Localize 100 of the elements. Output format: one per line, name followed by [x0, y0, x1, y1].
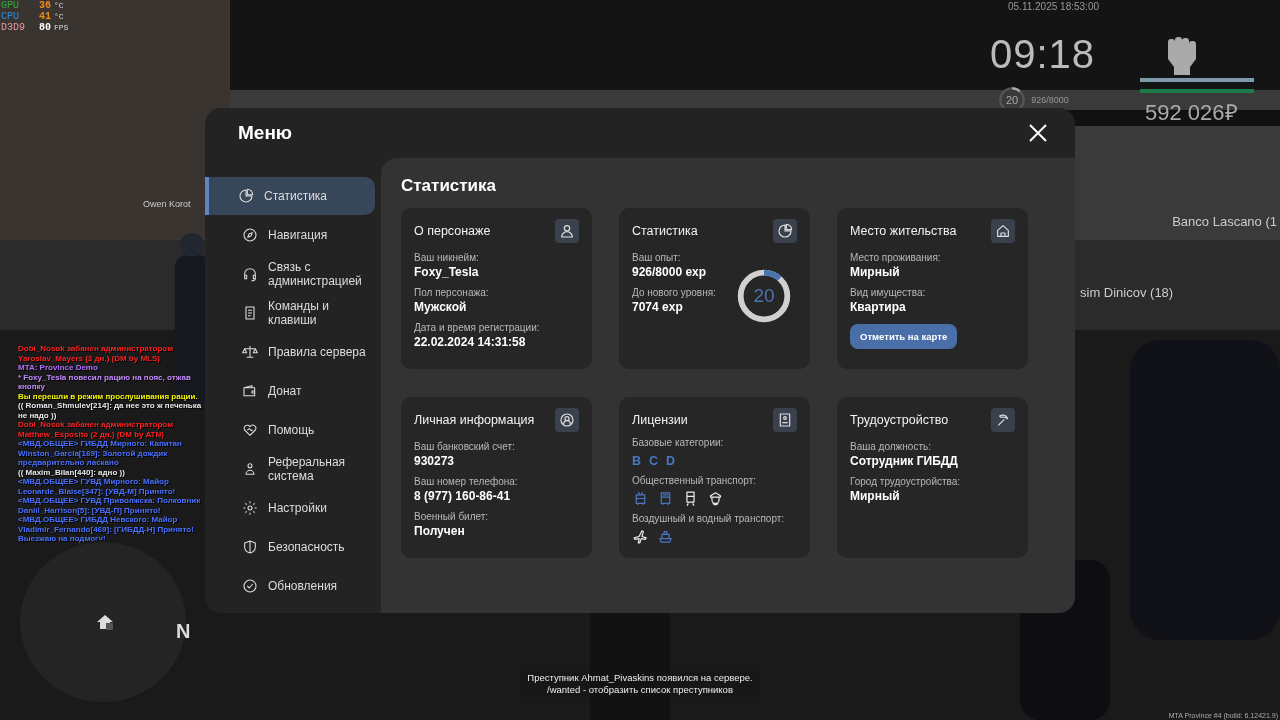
- mark-on-map-button[interactable]: Отметить на карте: [850, 324, 958, 349]
- headset-icon: [242, 266, 258, 282]
- check-icon: [242, 578, 258, 594]
- field-label: Город трудоустройства:: [850, 476, 961, 487]
- sidebar-item[interactable]: Обновления: [205, 567, 375, 605]
- field-label: Ваша должность:: [850, 441, 932, 452]
- stat-unit: FPS: [54, 22, 69, 33]
- person-icon: [555, 219, 579, 243]
- field-value: 930273: [414, 454, 456, 468]
- sidebar-item[interactable]: Безопасность: [205, 528, 375, 566]
- license-category: B: [632, 453, 642, 468]
- stat-label: CPU: [1, 11, 20, 22]
- settings-icon: [242, 500, 258, 516]
- field-label: Ваш опыт:: [632, 252, 682, 263]
- level-ring: [736, 268, 792, 324]
- field-value: Мирный: [850, 489, 901, 503]
- stat-unit: °C: [54, 0, 64, 11]
- field-value: Мужской: [414, 300, 468, 314]
- house-icon: [96, 614, 114, 630]
- chat-message: <МВД.ОБЩЕЕ> ГИБДД Мирного: Капитан Winston_Garcia[169]: Золотой дождик предварительно ласкано: [18, 439, 183, 468]
- field-value: Сотрудник ГИБДД: [850, 454, 959, 468]
- compass-icon: [242, 227, 258, 243]
- window-title: Меню: [238, 122, 293, 144]
- field-value: Квартира: [850, 300, 907, 314]
- experience-text: 926/8000: [1031, 95, 1069, 105]
- field-label: Ваш номер телефона:: [414, 476, 518, 487]
- scales-icon: [242, 344, 258, 360]
- stat-label: GPU: [1, 0, 20, 11]
- sidebar-item[interactable]: Команды и клавиши: [205, 294, 375, 332]
- card-title: Статистика: [632, 224, 698, 238]
- chat-message: Вы перешли в режим прослушивания рации.: [18, 391, 199, 401]
- pickaxe-icon: [991, 408, 1015, 432]
- notification-text: /wanted - отобразить список преступников: [546, 684, 734, 696]
- field-value: 22.02.2024 14:31:58: [414, 335, 527, 349]
- field-value: Получен: [414, 524, 466, 538]
- card-title: О персонаже: [414, 224, 491, 238]
- pie-chart-icon: [773, 219, 797, 243]
- sidebar-item[interactable]: Связь с администрацией: [205, 255, 375, 293]
- field-value: 7074 exp: [632, 300, 684, 314]
- player-nametag: Owen Korot: [143, 199, 191, 209]
- stat-value: 36: [39, 0, 52, 11]
- field-label: Ваш никнейм:: [414, 252, 480, 263]
- license-category: C: [649, 453, 659, 468]
- field-label: Базовые категории:: [632, 437, 725, 448]
- sidebar-item[interactable]: Статистика: [205, 177, 375, 215]
- chat-message: * Foxy_Tesla повесил рацию на пояс, отжав кнопку: [18, 372, 192, 392]
- player-nametag: Banco Lascano (1: [1172, 214, 1277, 229]
- id-card-icon: [773, 408, 797, 432]
- field-label: До нового уровня:: [632, 287, 716, 298]
- person-icon: [242, 461, 258, 477]
- stat-value: 41: [39, 11, 52, 22]
- money-amount: 592 026₽: [1145, 99, 1238, 126]
- house-icon: [991, 219, 1015, 243]
- player-nametag: sim Dinicov (18): [1080, 285, 1174, 300]
- chat-message: (( Maxim_Bilan[440]: адно )): [18, 467, 126, 477]
- clock: 09:18: [990, 32, 1096, 77]
- field-label: Вид имущества:: [850, 287, 927, 298]
- field-label: Воздушный и водный транспорт:: [632, 513, 786, 524]
- sidebar-item[interactable]: Навигация: [205, 216, 375, 254]
- sidebar-item[interactable]: Настройки: [205, 489, 375, 527]
- chat-message: Dobi_Nosok забанен администратором Yaroslav_Mayers (3 дн.) (DM by MLS): [18, 344, 175, 363]
- field-value: Foxy_Tesla: [414, 265, 480, 279]
- license-category: D: [666, 453, 676, 468]
- level-number: 20: [1006, 94, 1019, 106]
- pie-chart-icon: [238, 188, 254, 204]
- sidebar-item[interactable]: Реферальная система: [205, 450, 375, 488]
- sidebar-item[interactable]: Донат: [205, 372, 375, 410]
- card-title: Личная информация: [414, 413, 535, 427]
- wallet-icon: [242, 383, 258, 399]
- notification-text: Преступник Ahmat_Pivaskins появился на сервере.: [526, 672, 754, 684]
- field-label: Пол персонажа:: [414, 287, 490, 298]
- stat-label: D3D9: [1, 22, 26, 33]
- field-value: 926/8000 exp: [632, 265, 708, 279]
- field-value: 8 (977) 160-86-41: [414, 489, 512, 503]
- field-label: Общественный транспорт:: [632, 475, 758, 486]
- sidebar-item[interactable]: Помощь: [205, 411, 375, 449]
- section-title: Статистика: [401, 176, 498, 196]
- document-icon: [242, 305, 258, 321]
- shield-icon: [242, 539, 258, 555]
- sidebar-item[interactable]: Правила сервера: [205, 333, 375, 371]
- field-label: Военный билет:: [414, 511, 490, 522]
- level-number: 20: [753, 286, 775, 306]
- stat-unit: °C: [54, 11, 64, 22]
- date-time: 05.11.2025 18:53:00: [1008, 1, 1099, 12]
- field-label: Место проживания:: [850, 252, 942, 263]
- stat-value: 80: [39, 22, 52, 33]
- field-label: Дата и время регистрации:: [414, 322, 540, 333]
- chat-message: (( Roman_Shmulev[214]: да нее это ж печенька не надо )): [18, 401, 203, 420]
- compass-letter: N: [176, 620, 191, 643]
- field-value: Мирный: [850, 265, 901, 279]
- chat-message: <МВД.ОБЩЕЕ> ГИБДД Невского: Майор Vladimir_Fernando[469]: [ГИБДД-Н] Принято! Выезжаю на подмогу!: [18, 515, 195, 544]
- heart-icon: [242, 422, 258, 438]
- chat-message: Dobi_Nosok забанен администратором Matthew_Esposito (2 дн.) (DM by ATN): [18, 420, 175, 439]
- card-title: Лицензии: [632, 413, 688, 427]
- card-title: Место жительства: [850, 224, 957, 238]
- chat-message: <МВД.ОБЩЕЕ> ГУВД Приволжска: Полковник Daniil_Harrison[5]: [УВД-П] Принято!: [18, 496, 202, 515]
- field-label: Ваш банковский счет:: [414, 441, 516, 452]
- chat-message: <МВД.ОБЩЕЕ> ГУВД Мирного: Майор Leonarde_Blaise[347]: [УВД-М] Принято!: [18, 477, 177, 496]
- chat-message: MTA: Province Demo: [18, 363, 99, 373]
- card-title: Трудоустройство: [850, 413, 949, 427]
